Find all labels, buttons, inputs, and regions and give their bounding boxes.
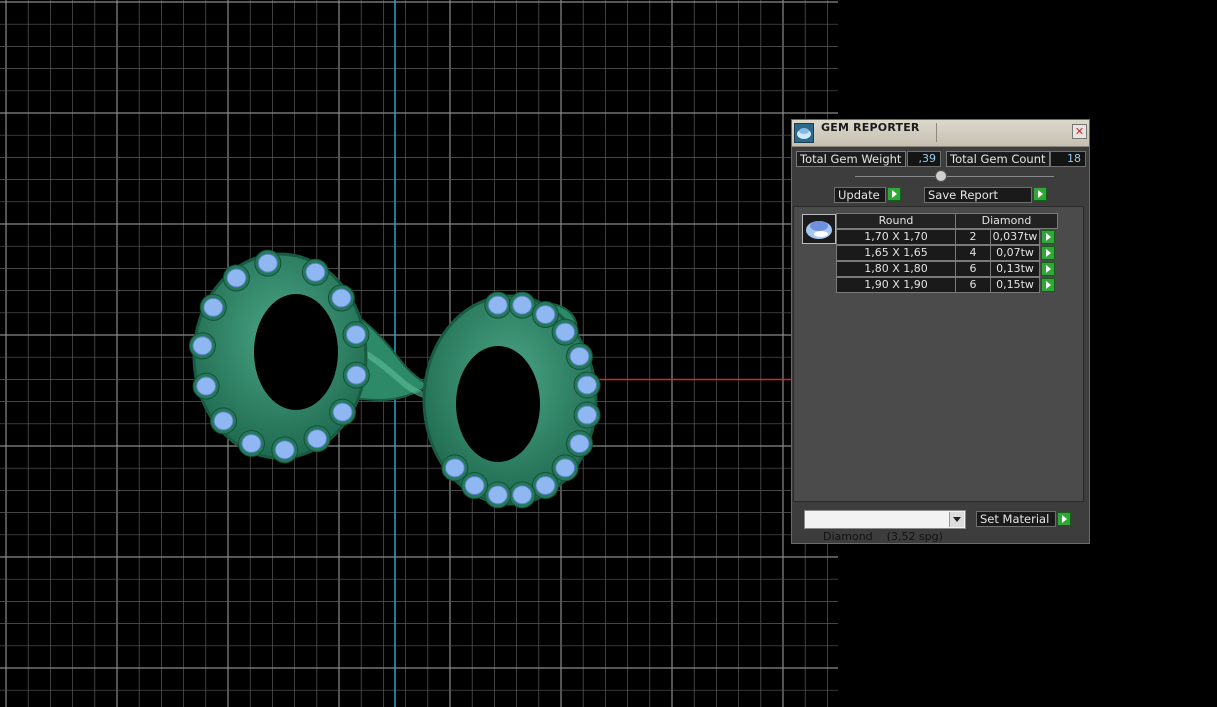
total-gem-count-label: Total Gem Count: [946, 151, 1050, 167]
gem-reporter-icon: [794, 123, 814, 143]
material-select[interactable]: Diamond (3,52 spg): [804, 510, 966, 543]
row-size: 1,90 X 1,90: [836, 277, 956, 293]
gem-stone: [345, 325, 366, 345]
title-bar[interactable]: GEM REPORTER ✕: [792, 120, 1089, 147]
panel-title: GEM REPORTER: [821, 121, 920, 134]
update-arrow-icon[interactable]: [887, 187, 901, 201]
gem-stone: [487, 295, 508, 315]
row-weight: 0,15tw: [990, 277, 1040, 293]
save-report-arrow-icon[interactable]: [1033, 187, 1047, 201]
gem-stone: [512, 485, 533, 505]
gem-stone: [555, 458, 576, 478]
row-select-arrow-icon[interactable]: [1041, 230, 1055, 244]
slider-handle[interactable]: [935, 170, 947, 182]
row-count: 4: [955, 245, 991, 261]
total-gem-weight-label: Total Gem Weight: [796, 151, 906, 167]
row-weight: 0,037tw: [990, 229, 1040, 245]
row-size: 1,65 X 1,65: [836, 245, 956, 261]
gem-stone: [241, 433, 262, 453]
row-size: 1,80 X 1,80: [836, 261, 956, 277]
gem-stone: [257, 253, 278, 273]
gem-stone: [512, 295, 533, 315]
gem-stone: [487, 485, 508, 505]
gem-stone: [274, 440, 295, 460]
gem-stone: [196, 376, 217, 396]
set-material-arrow-icon[interactable]: [1057, 512, 1071, 526]
material-select-value: Diamond (3,52 spg): [823, 530, 943, 543]
gem-stone: [464, 476, 485, 496]
row-select-arrow-icon[interactable]: [1041, 262, 1055, 276]
row-select-arrow-icon[interactable]: [1041, 278, 1055, 292]
header-shape: Round: [836, 213, 956, 229]
gem-stone: [577, 375, 598, 395]
row-count: 6: [955, 261, 991, 277]
row-select-arrow-icon[interactable]: [1041, 246, 1055, 260]
gem-stone: [444, 458, 465, 478]
gem-stone: [577, 405, 598, 425]
set-material-button[interactable]: Set Material: [976, 511, 1056, 527]
row-count: 2: [955, 229, 991, 245]
gem-stone: [226, 268, 247, 288]
row-size: 1,70 X 1,70: [836, 229, 956, 245]
total-gem-weight-value: ,39: [907, 151, 941, 167]
gem-stone: [569, 434, 590, 454]
row-count: 6: [955, 277, 991, 293]
chevron-down-icon[interactable]: [949, 512, 964, 527]
gem-stone: [331, 288, 352, 308]
gem-stone: [203, 297, 224, 317]
left-loop-inner: [254, 294, 338, 410]
gem-stone: [192, 336, 213, 356]
gem-stone: [569, 346, 590, 366]
gem-reporter-panel: GEM REPORTER ✕ Total Gem Weight ,39 Tota…: [791, 119, 1090, 544]
gem-stone: [305, 262, 326, 282]
total-gem-count-value: 18: [1050, 151, 1086, 167]
gem-stone: [535, 304, 556, 324]
header-material: Diamond: [955, 213, 1058, 229]
gem-stone: [213, 411, 234, 431]
gem-stone: [535, 476, 556, 496]
slider-track: [855, 176, 1054, 177]
gem-stone: [555, 322, 576, 342]
gem-stone: [332, 402, 353, 422]
save-report-button[interactable]: Save Report: [924, 187, 1032, 203]
row-weight: 0,07tw: [990, 245, 1040, 261]
gem-stone: [307, 429, 328, 449]
row-weight: 0,13tw: [990, 261, 1040, 277]
right-loop-inner: [456, 346, 540, 462]
close-icon[interactable]: ✕: [1072, 124, 1087, 139]
gem-stone: [346, 365, 367, 385]
update-button[interactable]: Update: [834, 187, 886, 203]
title-divider: [936, 123, 937, 142]
round-gem-icon[interactable]: [802, 214, 836, 244]
